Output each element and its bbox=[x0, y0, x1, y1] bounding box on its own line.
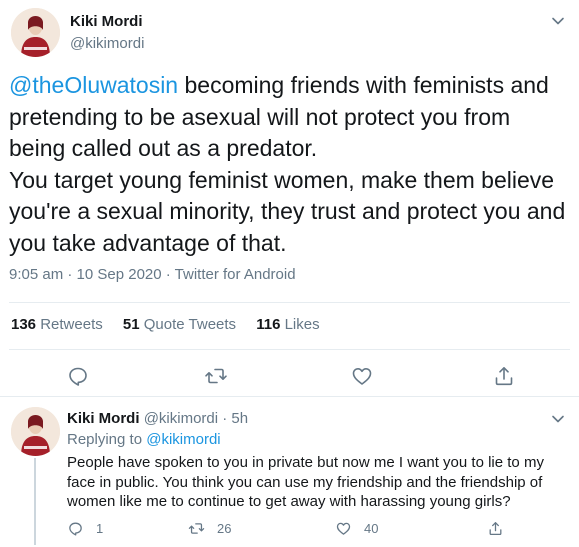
author-name[interactable]: Kiki Mordi bbox=[70, 13, 143, 30]
author-handle-time[interactable]: @kikimordi · 5h bbox=[144, 410, 248, 427]
reply-text-line: women like me to continue to get away wi… bbox=[67, 493, 511, 510]
retweets-count: 136 bbox=[11, 316, 37, 333]
avatar[interactable] bbox=[11, 8, 60, 57]
share-icon[interactable] bbox=[492, 364, 516, 388]
reply-icon[interactable] bbox=[66, 364, 90, 388]
share-button[interactable] bbox=[487, 519, 516, 537]
like-icon[interactable] bbox=[350, 364, 374, 388]
author-name[interactable]: Kiki Mordi bbox=[67, 410, 140, 427]
reply-header: Kiki Mordi @kikimordi · 5h bbox=[67, 410, 248, 427]
divider bbox=[9, 349, 570, 350]
share-icon bbox=[489, 521, 502, 535]
engagement-stats: 136 Retweets 51 Quote Tweets 116 Likes bbox=[11, 316, 336, 333]
like-icon bbox=[336, 522, 351, 535]
chevron-down-icon[interactable] bbox=[551, 412, 565, 426]
reply-text-line: People have spoken to you in private but… bbox=[67, 454, 544, 471]
chevron-down-icon[interactable] bbox=[551, 14, 565, 28]
likes-label: Likes bbox=[284, 316, 320, 333]
reply-text: People have spoken to you in private but… bbox=[67, 453, 567, 512]
thread-line bbox=[34, 458, 36, 545]
tweet-text-segment: becoming friends with feminists and bbox=[178, 72, 549, 98]
like-count: 40 bbox=[364, 520, 379, 536]
quote-tweets-count: 51 bbox=[122, 316, 140, 333]
retweets-stat[interactable]: 136 Retweets bbox=[11, 316, 103, 333]
tweet-timestamp[interactable]: 9:05 am · 10 Sep 2020 · Twitter for Andr… bbox=[9, 266, 296, 283]
likes-count: 116 bbox=[256, 316, 281, 333]
tweet-text: @theOluwatosin becoming friends with fem… bbox=[9, 70, 571, 259]
reply-button[interactable]: 1 bbox=[67, 519, 103, 537]
reply-count: 1 bbox=[96, 520, 104, 536]
mention-link[interactable]: @theOluwatosin bbox=[9, 72, 178, 98]
retweets-label: Retweets bbox=[40, 316, 103, 333]
reply-icon bbox=[69, 522, 82, 536]
quote-tweets-label: Quote Tweets bbox=[143, 316, 237, 333]
replying-to: Replying to @kikimordi bbox=[67, 431, 221, 448]
avatar-image bbox=[11, 8, 60, 57]
tweet-actions bbox=[0, 364, 579, 388]
retweet-icon bbox=[188, 522, 205, 534]
tweet-text-line: pretending to be asexual will not protec… bbox=[9, 103, 511, 130]
reply-tweet[interactable]: Kiki Mordi @kikimordi · 5h Replying to @… bbox=[0, 398, 579, 547]
tweet-text-line-1: @theOluwatosin becoming friends with fem… bbox=[9, 70, 571, 102]
quote-tweets-stat[interactable]: 51 Quote Tweets bbox=[123, 316, 236, 333]
avatar[interactable] bbox=[11, 407, 60, 456]
avatar-image bbox=[11, 407, 60, 456]
tweet-text-line: being called out as a predator. bbox=[9, 135, 318, 161]
divider bbox=[9, 302, 570, 303]
tweet-text-line: You target young feminist women, make th… bbox=[9, 166, 555, 193]
reply-text-line: face in public. You think you can use my… bbox=[67, 473, 543, 491]
author-handle[interactable]: @kikimordi bbox=[70, 35, 144, 52]
replying-to-label: Replying to bbox=[67, 431, 147, 448]
retweet-icon[interactable] bbox=[204, 364, 228, 388]
main-tweet: Kiki Mordi @kikimordi @theOluwatosin bec… bbox=[0, 0, 579, 397]
likes-stat[interactable]: 116 Likes bbox=[256, 316, 319, 333]
retweet-button[interactable]: 26 bbox=[188, 519, 231, 537]
mention-link[interactable]: @kikimordi bbox=[146, 431, 220, 448]
tweet-text-line: you take advantage of that. bbox=[9, 229, 287, 256]
retweet-count: 26 bbox=[217, 520, 232, 536]
tweet-text-line: you're a sexual minority, they trust and… bbox=[9, 198, 566, 224]
like-button[interactable]: 40 bbox=[335, 519, 378, 537]
